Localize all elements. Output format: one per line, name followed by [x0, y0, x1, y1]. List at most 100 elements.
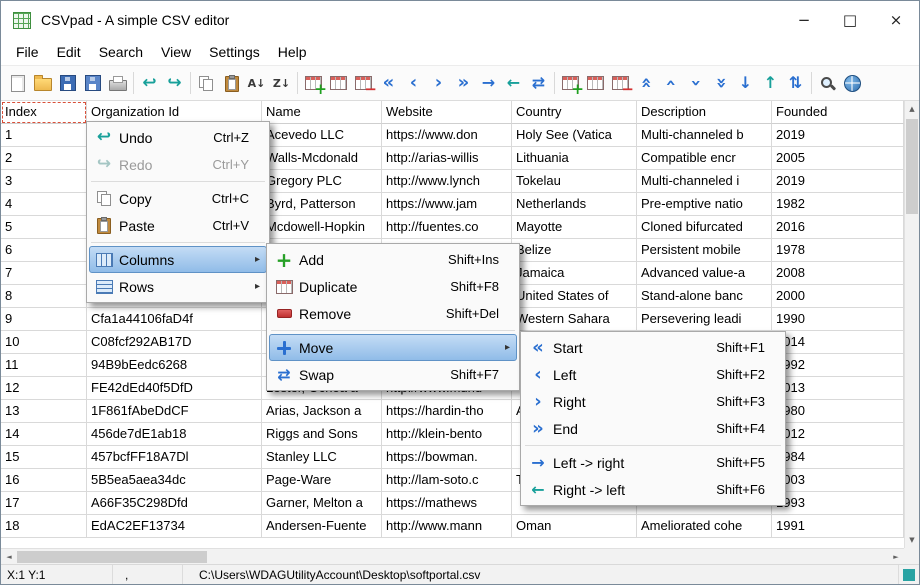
col-move-left-button[interactable]: ‹ — [401, 70, 426, 96]
grid-cell[interactable]: 12 — [1, 377, 87, 400]
grid-cell[interactable]: http://fuentes.co — [382, 216, 512, 239]
minimize-button[interactable]: − — [781, 1, 827, 39]
grid-cell[interactable]: 5B5ea5aea34dc — [87, 469, 262, 492]
menubar-settings[interactable]: Settings — [200, 41, 269, 63]
menuitem-start[interactable]: «Start Shift+F1 — [523, 334, 783, 361]
grid-cell[interactable]: Oman — [512, 515, 637, 538]
grid-cell[interactable]: Jamaica — [512, 262, 637, 285]
menuitem-remove[interactable]: Remove Shift+Del — [269, 300, 517, 327]
grid-cell[interactable]: Tokelau — [512, 170, 637, 193]
grid-cell[interactable]: 2008 — [772, 262, 904, 285]
copy-button[interactable] — [194, 70, 219, 96]
grid-cell[interactable]: 4 — [1, 193, 87, 216]
grid-cell[interactable]: Cfa1a44106faD4f — [87, 308, 262, 331]
grid-cell[interactable]: 8 — [1, 285, 87, 308]
grid-cell[interactable]: United States of — [512, 285, 637, 308]
grid-cell[interactable]: 1991 — [772, 515, 904, 538]
grid-cell[interactable]: https://bowman. — [382, 446, 512, 469]
menuitem-right[interactable]: › Right Shift+F3 — [523, 388, 783, 415]
grid-cell[interactable]: Mayotte — [512, 216, 637, 239]
grid-cell[interactable]: 1 — [1, 124, 87, 147]
header-cell[interactable]: Website — [382, 101, 512, 124]
row-remove-button[interactable] — [608, 70, 634, 97]
grid-cell[interactable]: Belize — [512, 239, 637, 262]
grid-cell[interactable]: Persevering leadi — [637, 308, 772, 331]
maximize-button[interactable]: □ — [827, 1, 873, 39]
menuitem-copy[interactable]: Copy Ctrl+C — [89, 185, 267, 212]
grid-cell[interactable]: 1992 — [772, 354, 904, 377]
header-cell[interactable]: Country — [512, 101, 637, 124]
grid-cell[interactable]: 2014 — [772, 331, 904, 354]
menuitem-duplicate[interactable]: Duplicate Shift+F8 — [269, 273, 517, 300]
grid-cell[interactable]: 456de7dE1ab18 — [87, 423, 262, 446]
grid-cell[interactable]: 18 — [1, 515, 87, 538]
col-move-right-button[interactable]: › — [426, 70, 451, 96]
menuitem-right-left[interactable]: ← Right -> left Shift+F6 — [523, 476, 783, 503]
search-button[interactable] — [815, 70, 840, 96]
grid-cell[interactable]: 16 — [1, 469, 87, 492]
col-move-start-button[interactable]: « — [376, 70, 401, 96]
grid-cell[interactable]: Garner, Melton a — [262, 492, 382, 515]
grid-cell[interactable]: https://www.jam — [382, 193, 512, 216]
grid-cell[interactable]: https://mathews — [382, 492, 512, 515]
grid-cell[interactable]: 1984 — [772, 446, 904, 469]
vertical-scroll-thumb[interactable] — [906, 119, 918, 214]
grid-cell[interactable]: 2000 — [772, 285, 904, 308]
row-move-bottom-button[interactable]: » — [708, 70, 733, 96]
new-file-button[interactable] — [5, 70, 30, 96]
menuitem-move[interactable]: Move ▸ — [269, 334, 517, 361]
open-button[interactable] — [30, 70, 55, 96]
grid-cell[interactable]: 17 — [1, 492, 87, 515]
save-as-button[interactable] — [80, 70, 105, 96]
col-swap-button[interactable]: ⇄ — [526, 70, 551, 96]
header-cell[interactable]: Founded — [772, 101, 904, 124]
sort-desc-button[interactable]: Z↓ — [269, 70, 294, 96]
col-duplicate-button[interactable] — [326, 70, 351, 96]
col-add-button[interactable] — [301, 70, 327, 97]
grid-cell[interactable]: 94B9bEedc6268 — [87, 354, 262, 377]
grid-cell[interactable]: http://arias-willis — [382, 147, 512, 170]
sort-asc-button[interactable]: A↓ — [244, 70, 269, 96]
grid-cell[interactable]: http://www.lynch — [382, 170, 512, 193]
grid-cell[interactable]: Andersen-Fuente — [262, 515, 382, 538]
grid-cell[interactable]: http://klein-bento — [382, 423, 512, 446]
grid-cell[interactable]: 10 — [1, 331, 87, 354]
vertical-scrollbar[interactable] — [904, 101, 919, 548]
scroll-right-icon[interactable] — [888, 549, 904, 564]
row-move-up-button[interactable]: ‹ — [658, 70, 683, 96]
menubar-view[interactable]: View — [152, 41, 200, 63]
grid-cell[interactable]: Ameliorated cohe — [637, 515, 772, 538]
row-duplicate-button[interactable] — [583, 70, 608, 96]
grid-cell[interactable]: Pre-emptive natio — [637, 193, 772, 216]
grid-cell[interactable]: Compatible encr — [637, 147, 772, 170]
menubar-search[interactable]: Search — [90, 41, 152, 63]
grid-cell[interactable]: Advanced value-a — [637, 262, 772, 285]
menuitem-paste[interactable]: Paste Ctrl+V — [89, 212, 267, 239]
paste-button[interactable] — [219, 70, 244, 96]
grid-cell[interactable]: 14 — [1, 423, 87, 446]
menuitem-rows[interactable]: Rows ▸ — [89, 273, 267, 300]
grid-cell[interactable]: 3 — [1, 170, 87, 193]
row-move-top-button[interactable]: « — [633, 70, 658, 96]
grid-cell[interactable]: 15 — [1, 446, 87, 469]
horizontal-scroll-thumb[interactable] — [17, 551, 207, 563]
col-shift-left-button[interactable]: ← — [501, 70, 526, 96]
grid-cell[interactable]: http://lam-soto.c — [382, 469, 512, 492]
grid-cell[interactable]: 2012 — [772, 423, 904, 446]
grid-cell[interactable]: 2005 — [772, 147, 904, 170]
grid-cell[interactable]: Stanley LLC — [262, 446, 382, 469]
grid-cell[interactable]: Stand-alone banc — [637, 285, 772, 308]
row-add-button[interactable] — [558, 70, 584, 97]
grid-cell[interactable]: Arias, Jackson a — [262, 400, 382, 423]
grid-cell[interactable]: 2003 — [772, 469, 904, 492]
menubar-edit[interactable]: Edit — [48, 41, 90, 63]
grid-cell[interactable]: 2016 — [772, 216, 904, 239]
row-shift-down-button[interactable]: ↓ — [733, 70, 758, 96]
grid-cell[interactable]: FE42dEd40f5DfD — [87, 377, 262, 400]
grid-cell[interactable]: https://hardin-tho — [382, 400, 512, 423]
grid-cell[interactable]: 1990 — [772, 308, 904, 331]
grid-cell[interactable]: Acevedo LLC — [262, 124, 382, 147]
grid-cell[interactable]: Page-Ware — [262, 469, 382, 492]
row-move-down-button[interactable]: › — [683, 70, 708, 96]
grid-cell[interactable]: 5 — [1, 216, 87, 239]
